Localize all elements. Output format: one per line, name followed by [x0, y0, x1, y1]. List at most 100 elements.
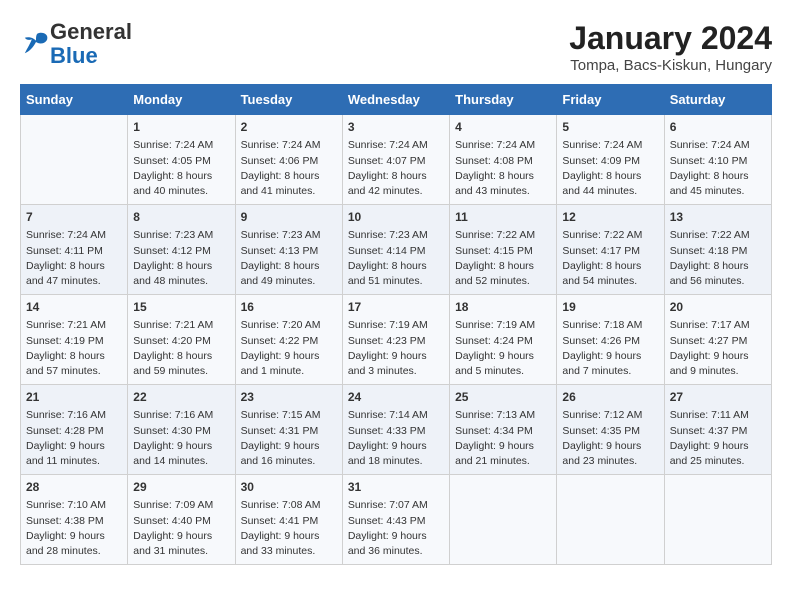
- logo-text: General Blue: [50, 20, 132, 68]
- cell-line: Daylight: 9 hours: [348, 530, 427, 542]
- day-number: 4: [455, 119, 551, 136]
- cell-content: Sunrise: 7:24 AM Sunset: 4:05 PM Daylight:…: [133, 138, 229, 199]
- cell-line: and 43 minutes.: [455, 185, 530, 197]
- day-number: 28: [26, 479, 122, 496]
- cell-line: Daylight: 8 hours: [348, 170, 427, 182]
- cell-line: Sunrise: 7:17 AM: [670, 319, 750, 331]
- day-number: 22: [133, 389, 229, 406]
- cell-content: Sunrise: 7:10 AM Sunset: 4:38 PM Daylight:…: [26, 498, 122, 559]
- cell-line: Sunrise: 7:24 AM: [133, 139, 213, 151]
- day-number: 31: [348, 479, 444, 496]
- cell-line: Sunset: 4:41 PM: [241, 515, 319, 527]
- column-header-monday: Monday: [128, 85, 235, 115]
- cell-content: Sunrise: 7:23 AMSunset: 4:12 PMDaylight:…: [133, 228, 229, 289]
- calendar-cell: 12Sunrise: 7:22 AMSunset: 4:17 PMDayligh…: [557, 205, 664, 295]
- cell-line: and 51 minutes.: [348, 275, 423, 287]
- day-number: 11: [455, 209, 551, 226]
- cell-line: Daylight: 9 hours: [562, 350, 641, 362]
- cell-content: Sunrise: 7:11 AM Sunset: 4:37 PM Daylight:…: [670, 408, 766, 469]
- cell-line: Sunrise: 7:22 AM: [455, 229, 535, 241]
- cell-content: Sunrise: 7:22 AMSunset: 4:18 PMDaylight:…: [670, 228, 766, 289]
- cell-line: Sunset: 4:05 PM: [133, 155, 211, 167]
- cell-line: Sunrise: 7:13 AM: [455, 409, 535, 421]
- cell-content: Sunrise: 7:12 AMSunset: 4:35 PMDaylight:…: [562, 408, 658, 469]
- cell-line: Sunrise: 7:11 AM: [670, 409, 749, 421]
- day-number: 9: [241, 209, 337, 226]
- cell-content: Sunrise: 7:24 AMSunset: 4:09 PMDaylight:…: [562, 138, 658, 199]
- cell-line: Sunset: 4:10 PM: [670, 155, 748, 167]
- column-header-saturday: Saturday: [664, 85, 771, 115]
- cell-content: Sunrise: 7:19 AMSunset: 4:24 PMDaylight:…: [455, 318, 551, 379]
- cell-line: Sunrise: 7:24 AM: [348, 139, 428, 151]
- calendar-cell: 14Sunrise: 7:21 AMSunset: 4:19 PMDayligh…: [21, 295, 128, 385]
- cell-line: Sunrise: 7:19 AM: [455, 319, 535, 331]
- cell-line: Daylight: 9 hours: [26, 530, 105, 542]
- cell-line: Sunset: 4:34 PM: [455, 425, 533, 437]
- cell-line: Sunset: 4:33 PM: [348, 425, 426, 437]
- cell-line: Daylight: 8 hours: [133, 170, 212, 182]
- cell-line: Sunset: 4:40 PM: [133, 515, 211, 527]
- cell-line: Sunrise: 7:16 AM: [26, 409, 106, 421]
- cell-line: Sunrise: 7:22 AM: [562, 229, 642, 241]
- calendar-cell: 28 Sunrise: 7:10 AM Sunset: 4:38 PM Dayligh…: [21, 475, 128, 565]
- cell-line: Daylight: 8 hours: [26, 260, 105, 272]
- cell-line: Sunset: 4:38 PM: [26, 515, 104, 527]
- cell-line: Daylight: 8 hours: [133, 350, 212, 362]
- cell-line: Sunrise: 7:23 AM: [241, 229, 321, 241]
- cell-line: Sunrise: 7:21 AM: [26, 319, 106, 331]
- cell-line: Sunrise: 7:08 AM: [241, 499, 321, 511]
- cell-line: Daylight: 8 hours: [133, 260, 212, 272]
- day-number: 21: [26, 389, 122, 406]
- cell-line: and 40 minutes.: [133, 185, 208, 197]
- cell-line: and 14 minutes.: [133, 455, 208, 467]
- cell-line: Sunrise: 7:15 AM: [241, 409, 321, 421]
- calendar-cell: 6Sunrise: 7:24 AMSunset: 4:10 PMDaylight…: [664, 115, 771, 205]
- cell-content: Sunrise: 7:08 AM Sunset: 4:41 PM Daylight:…: [241, 498, 337, 559]
- cell-line: Sunset: 4:37 PM: [670, 425, 748, 437]
- calendar-cell: 9 Sunrise: 7:23 AMSunset: 4:13 PMDaylight…: [235, 205, 342, 295]
- cell-content: Sunrise: 7:24 AMSunset: 4:10 PMDaylight:…: [670, 138, 766, 199]
- cell-line: Daylight: 9 hours: [455, 440, 534, 452]
- column-header-sunday: Sunday: [21, 85, 128, 115]
- cell-line: Daylight: 9 hours: [133, 440, 212, 452]
- cell-line: and 1 minute.: [241, 365, 305, 377]
- cell-line: Sunset: 4:11 PM: [26, 245, 103, 257]
- logo-icon: [22, 28, 50, 56]
- cell-content: Sunrise: 7:16 AMSunset: 4:28 PMDaylight:…: [26, 408, 122, 469]
- cell-line: Daylight: 9 hours: [670, 440, 749, 452]
- cell-line: Sunset: 4:22 PM: [241, 335, 319, 347]
- cell-line: Daylight: 9 hours: [241, 530, 320, 542]
- cell-line: Sunrise: 7:10 AM: [26, 499, 106, 511]
- calendar-cell: 2Sunrise: 7:24 AMSunset: 4:06 PMDaylight…: [235, 115, 342, 205]
- calendar-cell: [450, 475, 557, 565]
- cell-line: and 54 minutes.: [562, 275, 637, 287]
- header: General Blue January 2024 Tompa, Bacs-Ki…: [20, 20, 772, 74]
- week-row-5: 28 Sunrise: 7:10 AM Sunset: 4:38 PM Dayligh…: [21, 475, 772, 565]
- cell-line: and 33 minutes.: [241, 545, 316, 557]
- cell-content: Sunrise: 7:24 AMSunset: 4:08 PMDaylight:…: [455, 138, 551, 199]
- calendar-cell: 23Sunrise: 7:15 AMSunset: 4:31 PMDayligh…: [235, 385, 342, 475]
- calendar-cell: 17Sunrise: 7:19 AMSunset: 4:23 PMDayligh…: [342, 295, 449, 385]
- cell-line: Sunset: 4:19 PM: [26, 335, 104, 347]
- cell-content: Sunrise: 7:23 AMSunset: 4:13 PMDaylight:…: [241, 228, 337, 289]
- cell-line: Sunrise: 7:20 AM: [241, 319, 321, 331]
- day-number: 3: [348, 119, 444, 136]
- cell-line: and 3 minutes.: [348, 365, 417, 377]
- calendar-cell: 19Sunrise: 7:18 AMSunset: 4:26 PMDayligh…: [557, 295, 664, 385]
- cell-line: Sunrise: 7:23 AM: [348, 229, 428, 241]
- day-number: 19: [562, 299, 658, 316]
- cell-line: Daylight: 9 hours: [348, 440, 427, 452]
- cell-line: Daylight: 8 hours: [241, 260, 320, 272]
- cell-line: Sunset: 4:30 PM: [133, 425, 211, 437]
- calendar-cell: 5 Sunrise: 7:24 AMSunset: 4:09 PMDaylight…: [557, 115, 664, 205]
- cell-line: Daylight: 8 hours: [670, 260, 749, 272]
- day-number: 16: [241, 299, 337, 316]
- calendar-cell: 21 Sunrise: 7:16 AMSunset: 4:28 PMDayligh…: [21, 385, 128, 475]
- cell-line: Daylight: 8 hours: [26, 350, 105, 362]
- day-number: 15: [133, 299, 229, 316]
- calendar-cell: 7Sunrise: 7:24 AMSunset: 4:11 PMDaylight…: [21, 205, 128, 295]
- calendar-cell: 30Sunrise: 7:08 AMSunset: 4:41 PMDayligh…: [235, 475, 342, 565]
- page-title: January 2024: [569, 20, 772, 57]
- day-number: 5: [562, 119, 658, 136]
- cell-content: Sunrise: 7:24 AMSunset: 4:11 PMDaylight:…: [26, 228, 122, 289]
